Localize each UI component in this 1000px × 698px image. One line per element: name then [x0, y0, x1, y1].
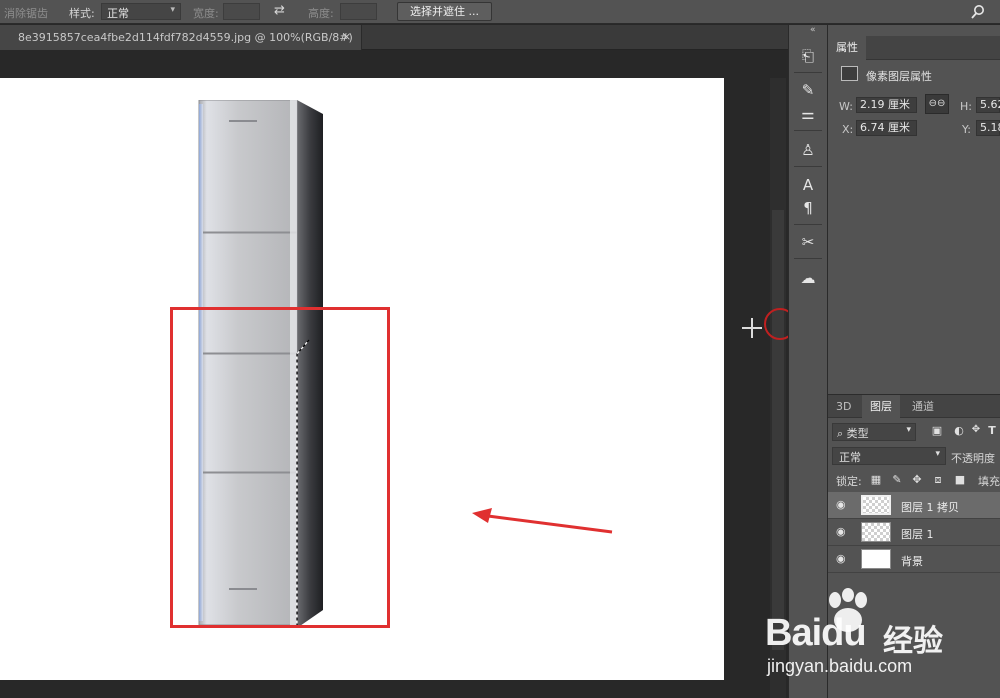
document-title: 8e3915857cea4fbe2d114fdf782d4559.jpg @ 1… — [18, 31, 353, 44]
type-filter-icon[interactable]: T — [984, 424, 1000, 437]
lock-image-icon[interactable]: ✎ — [890, 473, 904, 486]
w-label: W: — [839, 100, 853, 113]
properties-header: 像素图层属性 — [828, 61, 1000, 89]
select-and-mask-button[interactable]: 选择并遮住 ... — [397, 2, 492, 21]
options-bar: 消除锯齿 样式: 正常 ▾ 宽度: ⇄ 高度: 选择并遮住 ... — [0, 0, 1000, 24]
layer-row[interactable]: ◉ 图层 1 拷贝 — [828, 492, 1000, 519]
opacity-label: 不透明度 — [951, 452, 995, 465]
search-icon[interactable] — [970, 4, 986, 20]
w-field[interactable]: 2.19 厘米 — [856, 97, 917, 113]
search-icon: ⌕ — [837, 427, 847, 440]
blend-mode-select[interactable]: 正常 ▾ — [832, 447, 946, 465]
tab-layers[interactable]: 图层 — [862, 395, 900, 419]
layer-filter-select[interactable]: ⌕ 类型 ▾ — [832, 423, 916, 441]
annotation-arrow — [472, 508, 613, 534]
x-field[interactable]: 6.74 厘米 — [856, 120, 917, 136]
layer-thumbnail — [861, 522, 891, 542]
link-icon[interactable]: ⊖⊖ — [925, 94, 949, 114]
anti-alias-label: 消除锯齿 — [4, 7, 48, 20]
tab-3d[interactable]: 3D — [828, 395, 859, 419]
lock-transparent-icon[interactable]: ▦ — [869, 473, 883, 486]
height-field[interactable] — [340, 3, 377, 20]
swap-icon[interactable]: ⇄ — [274, 3, 285, 18]
chevron-down-icon: ▾ — [935, 449, 940, 459]
paragraph-icon[interactable]: ¶ — [796, 196, 820, 220]
divider — [794, 166, 822, 167]
highlight-rectangle — [170, 307, 390, 628]
properties-tab-bar: 属性 — [828, 36, 1000, 60]
watermark-brand: Baidu — [765, 612, 867, 655]
adjustments-icon[interactable]: ⚌ — [796, 102, 820, 126]
properties-title: 像素图层属性 — [866, 70, 932, 83]
character-icon[interactable]: A — [796, 173, 820, 197]
collapse-icon[interactable]: « — [810, 25, 816, 35]
layer-thumbnail — [861, 549, 891, 569]
watermark-suffix: 经验 — [883, 625, 943, 658]
x-label: X: — [842, 123, 854, 136]
document-tab-bar: 8e3915857cea4fbe2d114fdf782d4559.jpg @ 1… — [0, 25, 788, 50]
layer-name: 背景 — [901, 555, 923, 568]
divider — [794, 224, 822, 225]
lock-icon[interactable]: ■ — [953, 473, 967, 486]
lock-label: 锁定: — [836, 475, 862, 488]
lock-position-icon[interactable]: ✥ — [910, 473, 924, 486]
close-icon[interactable]: × — [342, 30, 351, 43]
image-filter-icon[interactable]: ▣ — [929, 424, 945, 437]
chevron-down-icon: ▾ — [906, 425, 911, 435]
h-field[interactable]: 5.62 — [976, 97, 1000, 113]
fill-label: 填充 — [978, 475, 1000, 488]
document-canvas[interactable] — [0, 78, 724, 680]
baidu-watermark: Baidu 经验 jingyan.baidu.com — [765, 588, 995, 678]
divider — [794, 130, 822, 131]
tab-properties[interactable]: 属性 — [828, 36, 866, 60]
height-label: 高度: — [308, 7, 334, 20]
document-tab[interactable]: 8e3915857cea4fbe2d114fdf782d4559.jpg @ 1… — [0, 25, 362, 50]
brand-part-2: du — [821, 612, 866, 654]
y-field[interactable]: 5.18 — [976, 120, 1000, 136]
divider — [794, 72, 822, 73]
filter-value: 类型 — [846, 427, 869, 440]
style-select[interactable]: 正常 ▾ — [101, 3, 181, 20]
brand-part-1: Bai — [765, 612, 822, 654]
eye-icon[interactable]: ◉ — [836, 553, 850, 565]
pixel-layer-icon — [841, 66, 858, 81]
eye-icon[interactable]: ◉ — [836, 526, 850, 538]
brush-settings-icon[interactable]: ✎ — [796, 78, 820, 102]
style-value: 正常 — [107, 7, 129, 20]
adjustment-filter-icon[interactable]: ◐ — [951, 424, 967, 437]
tools-icon[interactable]: ✂ — [796, 230, 820, 254]
layers-tab-bar: 3D 图层 通道 — [828, 394, 1000, 419]
scrollbar-thumb[interactable] — [772, 210, 784, 650]
width-field[interactable] — [223, 3, 260, 20]
y-label: Y: — [962, 123, 971, 136]
clone-source-icon[interactable]: ♙ — [796, 138, 820, 162]
layer-row[interactable]: ◉ 背景 — [828, 546, 1000, 573]
pasteboard[interactable] — [0, 50, 796, 698]
history-icon[interactable]: ⎗ — [796, 44, 820, 68]
style-label: 样式: — [69, 7, 95, 20]
creative-cloud-icon[interactable]: ☁ — [796, 266, 820, 290]
layer-row[interactable]: ◉ 图层 1 — [828, 519, 1000, 546]
width-label: 宽度: — [193, 7, 219, 20]
chevron-down-icon: ▾ — [170, 5, 175, 15]
divider — [794, 258, 822, 259]
eye-icon[interactable]: ◉ — [836, 499, 850, 511]
watermark-url: jingyan.baidu.com — [767, 656, 913, 676]
lock-artboard-icon[interactable]: ⧈ — [931, 473, 945, 487]
h-label: H: — [960, 100, 972, 113]
tab-channels[interactable]: 通道 — [904, 395, 942, 419]
layer-name: 图层 1 — [901, 528, 934, 541]
transform-filter-icon[interactable]: ✥ — [968, 424, 984, 435]
blend-mode-value: 正常 — [839, 451, 861, 464]
layer-thumbnail — [861, 495, 891, 515]
layer-name: 图层 1 拷贝 — [901, 501, 959, 514]
